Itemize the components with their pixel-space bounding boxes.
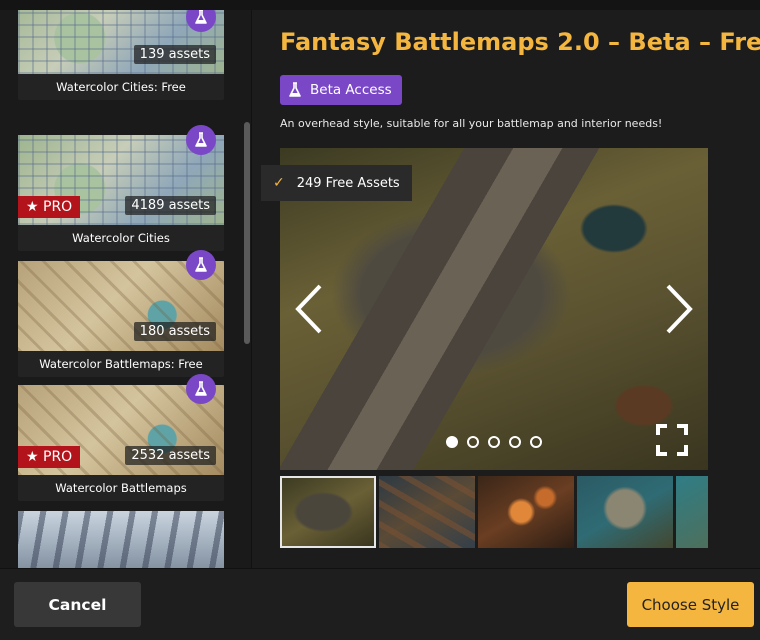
flask-icon [195,381,207,396]
free-assets-tag: ✓ 249 Free Assets [261,165,412,201]
cancel-button[interactable]: Cancel [14,582,141,627]
carousel-dot[interactable] [509,436,521,448]
beta-flask-badge [186,250,216,280]
style-description: An overhead style, suitable for all your… [280,117,663,130]
style-card-watercolor-battlemaps-free[interactable]: 180 assets Watercolor Battlemaps: Free [18,261,224,377]
asset-count: 139 assets [133,45,216,64]
style-card-label: Watercolor Cities [72,231,170,245]
style-thumbnail [18,511,224,568]
preview-thumbnail-strip [280,476,708,548]
pro-badge: ★ PRO [18,446,81,468]
beta-access-label: Beta Access [310,82,392,98]
style-list-sidebar[interactable]: 139 assets Watercolor Cities: Free ★ PRO… [0,10,252,568]
style-card-label: Watercolor Battlemaps [55,481,187,495]
asset-count: 2532 assets [125,446,216,465]
preview-thumbnail[interactable] [280,476,376,548]
check-icon: ✓ [273,175,285,191]
style-card-label: Watercolor Battlemaps: Free [39,357,203,371]
flask-icon [195,257,207,272]
sidebar-scrollbar[interactable] [244,122,250,344]
style-card-watercolor-battlemaps[interactable]: ★ PRO 2532 assets Watercolor Battlemaps [18,385,224,501]
asset-count: 4189 assets [125,196,216,215]
star-icon: ★ [26,449,44,465]
asset-count: 180 assets [133,322,216,341]
beta-access-button[interactable]: Beta Access [280,75,402,105]
carousel-dot[interactable] [446,436,458,448]
carousel-dot[interactable] [530,436,542,448]
fullscreen-icon[interactable] [656,424,688,456]
carousel-dots [446,436,542,448]
pro-badge: ★ PRO [18,196,81,218]
style-detail-panel: Fantasy Battlemaps 2.0 – Beta – Free Bet… [252,10,760,568]
preview-thumbnail[interactable] [676,476,708,548]
dialog-footer: Cancel Choose Style [0,568,760,640]
choose-style-button[interactable]: Choose Style [627,582,754,627]
style-card-label: Watercolor Cities: Free [56,80,186,94]
preview-thumbnail[interactable] [478,476,574,548]
top-bar [0,0,760,10]
preview-thumbnail[interactable] [577,476,673,548]
carousel-dot[interactable] [488,436,500,448]
beta-flask-badge [186,374,216,404]
style-card-winter[interactable] [18,511,224,568]
chevron-left-icon[interactable] [292,283,326,335]
style-title: Fantasy Battlemaps 2.0 – Beta – Free [280,28,760,56]
star-icon: ★ [26,199,44,215]
preview-thumbnail[interactable] [379,476,475,548]
flask-icon [288,82,302,98]
beta-flask-badge [186,125,216,155]
flask-icon [195,10,207,24]
free-assets-label: 249 Free Assets [296,175,400,191]
flask-icon [195,132,207,147]
chevron-right-icon[interactable] [662,283,696,335]
carousel-dot[interactable] [467,436,479,448]
